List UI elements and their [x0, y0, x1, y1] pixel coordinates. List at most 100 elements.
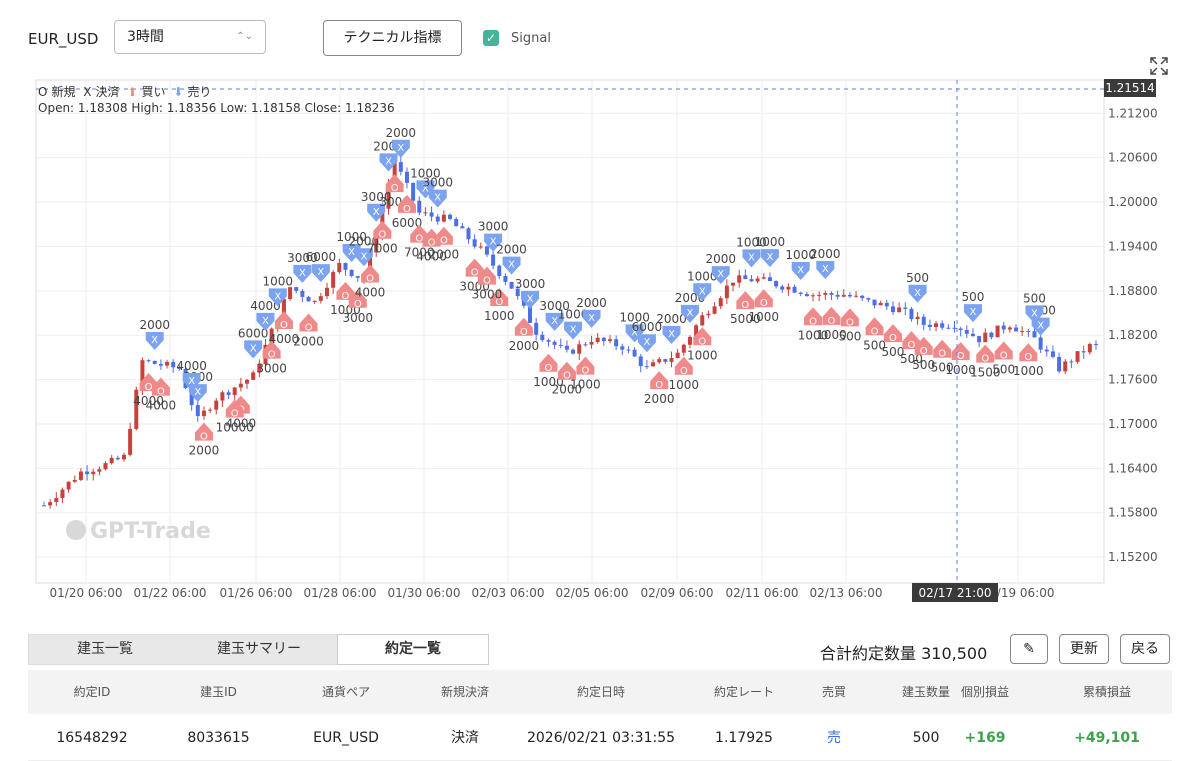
legend-buy: 買い: [141, 85, 166, 99]
technical-indicator-button[interactable]: テクニカル指標: [323, 20, 462, 56]
candle-body: [294, 287, 299, 291]
refresh-button[interactable]: 更新: [1059, 634, 1109, 664]
candle-body: [718, 298, 723, 307]
tab-executions[interactable]: 約定一覧: [337, 634, 489, 665]
candle-body: [165, 361, 170, 366]
buy-marker-symbol: O: [1000, 350, 1008, 361]
tab-positions[interactable]: 建玉一覧: [29, 635, 181, 664]
sell-marker-symbol: X: [397, 143, 404, 154]
buy-marker: O2000: [293, 313, 324, 348]
candle-body: [245, 379, 250, 384]
candle-body: [706, 313, 711, 316]
candle-body: [817, 294, 822, 296]
ohlc-readout: Open: 1.18308 High: 1.18356 Low: 1.18158…: [38, 101, 395, 115]
candle-body: [66, 481, 71, 490]
timeframe-select[interactable]: 3時間 ⌃⌄: [114, 20, 266, 54]
cell-new-close: 決済: [451, 730, 479, 746]
buy-marker-symbol: O: [809, 316, 817, 327]
candle-body: [146, 360, 151, 362]
table-row[interactable]: 16548292 8033615 EUR_USD 決済 2026/02/21 0…: [28, 716, 1172, 761]
candle-body: [48, 502, 53, 506]
candle-body: [854, 295, 859, 297]
candle-body: [466, 228, 471, 240]
col-header: 建玉ID: [200, 685, 237, 699]
candle-body: [595, 337, 600, 342]
buy-marker-symbol: O: [938, 349, 946, 360]
sell-marker-symbol: X: [508, 260, 515, 271]
sell-marker-symbol: X: [797, 265, 804, 276]
col-header: 約定ID: [73, 685, 111, 699]
candle-body: [152, 360, 157, 364]
sell-marker-symbol: X: [317, 267, 324, 278]
cell-cumulative-pnl: +49,101: [1074, 730, 1140, 746]
sell-marker-label: 2000: [386, 126, 417, 140]
candle-body: [644, 366, 649, 368]
candle-body: [232, 387, 237, 396]
buy-marker-symbol: O: [268, 350, 276, 361]
candle-body: [552, 341, 557, 345]
candle-body: [503, 276, 508, 282]
cell-position-id: 8033615: [187, 730, 250, 746]
candle-body: [158, 363, 163, 366]
candle-body: [749, 279, 754, 282]
y-tick-label: 1.20600: [1108, 151, 1158, 165]
candle-body: [214, 400, 219, 410]
candle-body: [921, 316, 926, 325]
candle-body: [626, 349, 631, 351]
sell-marker-symbol: X: [151, 335, 158, 346]
col-header: 約定レート: [713, 685, 774, 699]
candle-body: [675, 352, 680, 359]
buy-marker-symbol: O: [354, 299, 362, 310]
sell-marker-symbol: X: [434, 193, 441, 204]
back-button[interactable]: 戻る: [1120, 634, 1170, 664]
candle-body: [355, 276, 360, 278]
legend-sell: 売り: [187, 85, 212, 99]
buy-marker-symbol: O: [920, 346, 928, 357]
candle-body: [970, 333, 975, 337]
y-tick-label: 1.20000: [1108, 195, 1158, 209]
price-chart[interactable]: GPT-Trade X2000O4000O4000X6000X4000O2000…: [0, 60, 1200, 620]
buy-marker-symbol: O: [366, 273, 374, 284]
tab-position-summary[interactable]: 建玉サマリー: [181, 635, 337, 664]
candle-body: [755, 278, 760, 282]
candle-body: [909, 308, 914, 320]
candle-body: [220, 392, 225, 401]
sell-marker-symbol: X: [527, 294, 534, 305]
buy-marker-label: 3000: [256, 362, 287, 376]
candle-body: [72, 479, 77, 482]
buy-marker-symbol: O: [415, 234, 423, 245]
signal-checkbox[interactable]: ✓: [483, 30, 499, 46]
sell-marker-symbol: X: [274, 291, 281, 302]
buy-marker-symbol: O: [1024, 352, 1032, 363]
candle-body: [774, 281, 779, 287]
candle-body: [737, 275, 742, 283]
candle-body: [583, 344, 588, 346]
total-quantity: 合計約定数量 310,500: [820, 640, 987, 664]
candle-body: [558, 344, 563, 346]
candle-body: [952, 327, 957, 329]
current-price-value: 1.21514: [1105, 81, 1155, 95]
currency-pair-label: EUR_USD: [28, 30, 99, 48]
candle-body: [97, 469, 102, 472]
candle-body: [792, 286, 797, 293]
buy-marker-label: 1000: [1013, 364, 1044, 378]
sell-marker-label: 2000: [139, 318, 170, 332]
buy-marker-symbol: O: [581, 366, 589, 377]
candle-body: [460, 226, 465, 229]
sell-marker-symbol: X: [385, 156, 392, 167]
candle-body: [306, 296, 311, 302]
total-quantity-label: 合計約定数量: [820, 644, 917, 663]
candle-body: [195, 405, 200, 417]
buy-marker-label: 1000: [484, 309, 515, 323]
candle-body: [1069, 361, 1074, 363]
col-header: 累積損益: [1082, 685, 1131, 699]
candle-body: [201, 410, 206, 417]
sell-marker-label: 4000: [176, 359, 207, 373]
edit-button[interactable]: ✎: [1010, 634, 1048, 664]
candle-body: [897, 307, 902, 313]
candle-body: [534, 322, 539, 335]
cell-side: 売: [827, 730, 841, 746]
y-tick-label: 1.15200: [1108, 550, 1158, 564]
x-tick-label: 02/13 06:00: [810, 586, 883, 600]
sell-marker-symbol: X: [767, 252, 774, 263]
